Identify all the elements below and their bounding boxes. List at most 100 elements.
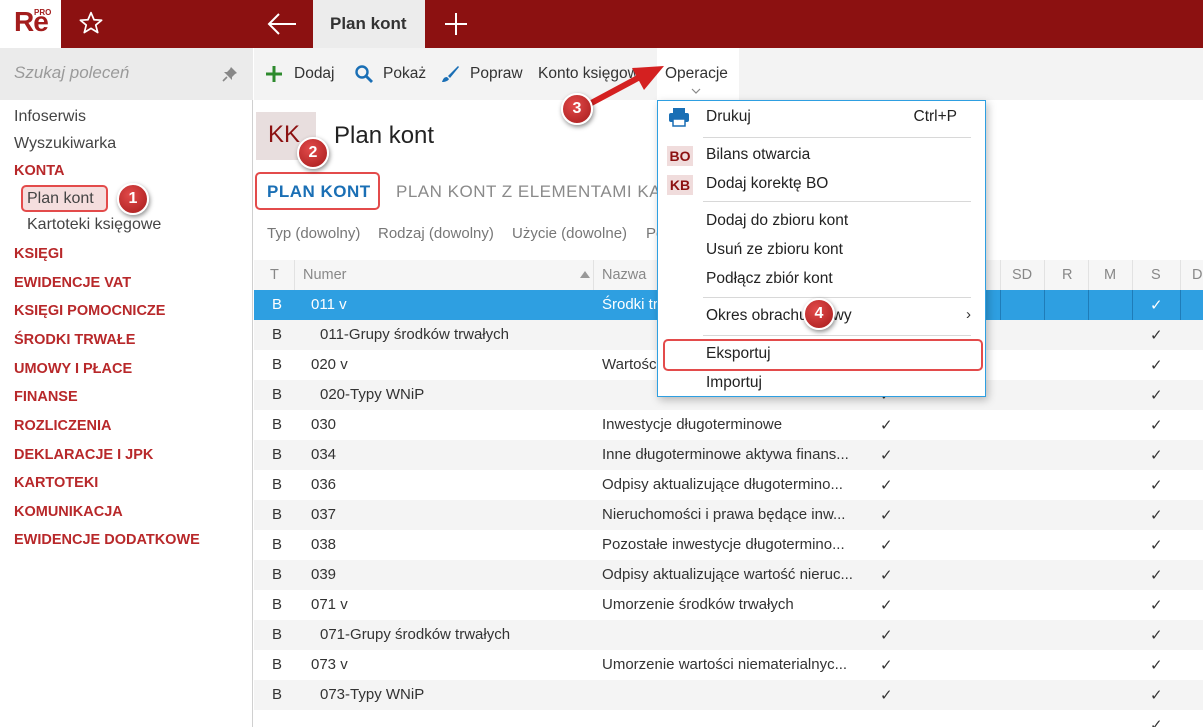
subtab-plan-kont[interactable]: PLAN KONT bbox=[267, 182, 371, 202]
cell-check-s: ✓ bbox=[1150, 537, 1163, 554]
filter-usage[interactable]: Użycie (dowolne) bbox=[512, 225, 627, 242]
sidebar-item[interactable]: Kartoteki księgowe bbox=[27, 216, 161, 234]
bo-badge: BO bbox=[667, 146, 693, 166]
table-row[interactable]: ✓ bbox=[254, 710, 1203, 727]
menu-print[interactable]: Drukuj bbox=[706, 108, 751, 126]
cell-check-s: ✓ bbox=[1150, 657, 1163, 674]
sidebar-item[interactable]: EWIDENCJE VAT bbox=[14, 275, 131, 291]
menu-add-bo-correction[interactable]: Dodaj korektę BO bbox=[706, 175, 828, 193]
cell-type: B bbox=[272, 506, 283, 523]
sidebar-item[interactable]: UMOWY I PŁACE bbox=[14, 361, 132, 377]
cell-number: 037 bbox=[311, 506, 337, 523]
cell-check: ✓ bbox=[880, 687, 893, 704]
col-m[interactable]: M bbox=[1104, 267, 1116, 283]
toolbar: Dodaj Pokaż Popraw Konto księgowe Operac… bbox=[254, 48, 1203, 100]
cell-check-s: ✓ bbox=[1150, 297, 1163, 314]
new-tab-plus-icon[interactable] bbox=[444, 12, 468, 36]
operations-label: Operacje bbox=[665, 65, 728, 82]
cell-name: Inwestycje długoterminowe bbox=[602, 416, 783, 433]
sidebar-item[interactable]: KONTA bbox=[14, 163, 64, 179]
table-row[interactable]: B 038 Pozostałe inwestycje długotermino...… bbox=[254, 530, 1203, 560]
cell-name: Wartośc bbox=[602, 356, 657, 373]
operations-menu: Drukuj Ctrl+P BO Bilans otwarcia KB Doda… bbox=[657, 100, 986, 397]
command-search-input[interactable] bbox=[14, 63, 214, 83]
pin-icon[interactable] bbox=[222, 66, 238, 82]
back-arrow-icon[interactable] bbox=[266, 11, 298, 37]
col-s[interactable]: S bbox=[1151, 267, 1161, 283]
sidebar-item[interactable]: ŚRODKI TRWAŁE bbox=[14, 332, 135, 348]
table-row[interactable]: B 071-Grupy środków trwałych ✓ ✓ bbox=[254, 620, 1203, 650]
table-row[interactable]: B 071 v Umorzenie środków trwałych ✓ ✓ bbox=[254, 590, 1203, 620]
sidebar-item[interactable]: KARTOTEKI bbox=[14, 475, 98, 491]
cell-type: B bbox=[272, 656, 283, 673]
sidebar: Infoserwis Wyszukiwarka KONTA Plan kont Kart… bbox=[0, 48, 253, 727]
cell-number: 039 bbox=[311, 566, 337, 583]
menu-opening-balance[interactable]: Bilans otwarcia bbox=[706, 146, 810, 164]
command-search bbox=[0, 48, 253, 100]
menu-attach-set[interactable]: Podłącz zbiór kont bbox=[706, 270, 833, 288]
cell-check: ✓ bbox=[880, 537, 893, 554]
cell-number: 020 v bbox=[311, 356, 348, 373]
table-row[interactable]: B 034 Inne długoterminowe aktywa finans...… bbox=[254, 440, 1203, 470]
filter-kind[interactable]: Rodzaj (dowolny) bbox=[378, 225, 494, 242]
sidebar-item[interactable]: Wyszukiwarka bbox=[14, 135, 116, 153]
sidebar-item[interactable]: Plan kont bbox=[27, 190, 94, 208]
cell-number: 036 bbox=[311, 476, 337, 493]
cell-check-s: ✓ bbox=[1150, 717, 1163, 727]
step-marker-4: 4 bbox=[803, 298, 835, 330]
cell-check-s: ✓ bbox=[1150, 567, 1163, 584]
table-row[interactable]: B 036 Odpisy aktualizujące długotermino...… bbox=[254, 470, 1203, 500]
sort-ascending-icon bbox=[580, 271, 590, 278]
table-row[interactable]: B 073-Typy WNiP ✓ ✓ bbox=[254, 680, 1203, 710]
chevron-right-icon: › bbox=[966, 306, 971, 323]
logo-badge: PRO bbox=[34, 8, 52, 17]
col-r[interactable]: R bbox=[1062, 267, 1072, 283]
table-row[interactable]: B 073 v Umorzenie wartości niematerialnyc.… bbox=[254, 650, 1203, 680]
show-button[interactable]: Pokaż bbox=[383, 65, 426, 83]
cell-check-s: ✓ bbox=[1150, 357, 1163, 374]
sidebar-item[interactable]: Infoserwis bbox=[14, 108, 86, 126]
sidebar-item[interactable]: EWIDENCJE DODATKOWE bbox=[14, 532, 200, 548]
sidebar-item[interactable]: ROZLICZENIA bbox=[14, 418, 111, 434]
add-button[interactable]: Dodaj bbox=[294, 65, 335, 83]
col-type[interactable]: T bbox=[270, 267, 279, 283]
sidebar-item[interactable]: KSIĘGI bbox=[14, 246, 63, 262]
sidebar-item[interactable]: DEKLARACJE I JPK bbox=[14, 447, 153, 463]
menu-export[interactable]: Eksportuj bbox=[706, 345, 771, 363]
cell-name: Pozostałe inwestycje długotermino... bbox=[602, 536, 845, 553]
table-row[interactable]: B 037 Nieruchomości i prawa będące inw... ✓… bbox=[254, 500, 1203, 530]
subtab-plan-kont-elements[interactable]: PLAN KONT Z ELEMENTAMI KAR bbox=[396, 182, 674, 202]
page-title: Plan kont bbox=[334, 122, 435, 149]
menu-remove-from-set[interactable]: Usuń ze zbioru kont bbox=[706, 241, 843, 259]
app-logo[interactable]: Re PRO bbox=[0, 0, 61, 48]
sidebar-item[interactable]: KSIĘGI POMOCNICZE bbox=[14, 303, 165, 319]
menu-add-to-set[interactable]: Dodaj do zbioru kont bbox=[706, 212, 848, 230]
kb-badge: KB bbox=[667, 175, 693, 195]
edit-button[interactable]: Popraw bbox=[470, 65, 523, 83]
cell-number: 073 v bbox=[311, 656, 348, 673]
cell-name: Nieruchomości i prawa będące inw... bbox=[602, 506, 846, 523]
cell-number: 071 v bbox=[311, 596, 348, 613]
cell-type: B bbox=[272, 476, 283, 493]
cell-number: 011 v bbox=[311, 296, 347, 313]
col-d[interactable]: D bbox=[1192, 267, 1202, 283]
col-sd[interactable]: SD bbox=[1012, 267, 1032, 283]
step-marker-1: 1 bbox=[117, 183, 149, 215]
sidebar-item[interactable]: KOMUNIKACJA bbox=[14, 504, 123, 520]
menu-import[interactable]: Importuj bbox=[706, 374, 762, 392]
cell-type: B bbox=[272, 536, 283, 553]
brush-edit-icon bbox=[442, 66, 459, 82]
cell-number: 073-Typy WNiP bbox=[320, 686, 425, 703]
table-row[interactable]: B 039 Odpisy aktualizujące wartość nieruc.… bbox=[254, 560, 1203, 590]
col-name[interactable]: Nazwa bbox=[602, 267, 646, 283]
table-row[interactable]: B 030 Inwestycje długoterminowe ✓ ✓ bbox=[254, 410, 1203, 440]
favorite-star-icon[interactable] bbox=[78, 10, 104, 36]
cell-type: B bbox=[272, 596, 283, 613]
sidebar-item[interactable]: FINANSE bbox=[14, 389, 78, 405]
col-number[interactable]: Numer bbox=[303, 267, 347, 283]
tab-plan-kont[interactable]: Plan kont bbox=[313, 0, 425, 48]
filter-type[interactable]: Typ (dowolny) bbox=[267, 225, 360, 242]
tab-label: Plan kont bbox=[330, 14, 407, 33]
cell-check-s: ✓ bbox=[1150, 387, 1163, 404]
cell-type: B bbox=[272, 416, 283, 433]
